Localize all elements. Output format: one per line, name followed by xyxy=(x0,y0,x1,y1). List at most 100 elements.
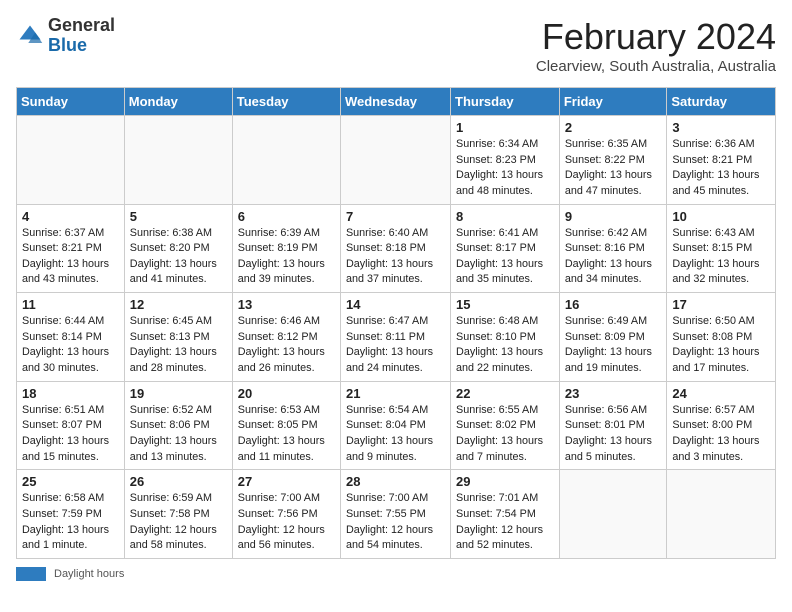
calendar-day-cell xyxy=(124,116,232,205)
day-info: Sunrise: 6:39 AM Sunset: 8:19 PM Dayligh… xyxy=(238,226,335,289)
calendar-week-row: 18Sunrise: 6:51 AM Sunset: 8:07 PM Dayli… xyxy=(17,381,776,470)
day-info: Sunrise: 6:59 AM Sunset: 7:58 PM Dayligh… xyxy=(130,491,227,554)
day-info: Sunrise: 6:42 AM Sunset: 8:16 PM Dayligh… xyxy=(565,226,662,289)
day-info: Sunrise: 6:40 AM Sunset: 8:18 PM Dayligh… xyxy=(346,226,445,289)
day-number: 2 xyxy=(565,120,662,135)
day-info: Sunrise: 6:36 AM Sunset: 8:21 PM Dayligh… xyxy=(672,137,770,200)
day-number: 10 xyxy=(672,209,770,224)
day-number: 20 xyxy=(238,386,335,401)
day-info: Sunrise: 6:37 AM Sunset: 8:21 PM Dayligh… xyxy=(22,226,119,289)
calendar-day-cell: 6 Sunrise: 6:39 AM Sunset: 8:19 PM Daylig… xyxy=(232,204,340,293)
day-number: 13 xyxy=(238,297,335,312)
day-number: 29 xyxy=(456,474,554,489)
day-number: 8 xyxy=(456,209,554,224)
calendar-day-cell: 26 Sunrise: 6:59 AM Sunset: 7:58 PM Dayli… xyxy=(124,470,232,559)
day-info: Sunrise: 6:45 AM Sunset: 8:13 PM Dayligh… xyxy=(130,314,227,377)
calendar-day-cell: 20 Sunrise: 6:53 AM Sunset: 8:05 PM Dayli… xyxy=(232,381,340,470)
calendar-day-cell: 23Sunrise: 6:56 AM Sunset: 8:01 PM Dayli… xyxy=(559,381,667,470)
calendar-day-cell: 4Sunrise: 6:37 AM Sunset: 8:21 PM Daylig… xyxy=(17,204,125,293)
daylight-label: Daylight hours xyxy=(54,568,124,580)
calendar-day-cell: 2 Sunrise: 6:35 AM Sunset: 8:22 PM Daylig… xyxy=(559,116,667,205)
logo-blue-text: Blue xyxy=(48,35,87,55)
calendar-day-cell: 18Sunrise: 6:51 AM Sunset: 8:07 PM Dayli… xyxy=(17,381,125,470)
day-info: Sunrise: 6:46 AM Sunset: 8:12 PM Dayligh… xyxy=(238,314,335,377)
calendar-day-cell: 28 Sunrise: 7:00 AM Sunset: 7:55 PM Dayli… xyxy=(340,470,450,559)
day-info: Sunrise: 6:55 AM Sunset: 8:02 PM Dayligh… xyxy=(456,403,554,466)
calendar-header-day: Thursday xyxy=(451,88,560,116)
day-info: Sunrise: 6:35 AM Sunset: 8:22 PM Dayligh… xyxy=(565,137,662,200)
day-number: 1 xyxy=(456,120,554,135)
day-number: 18 xyxy=(22,386,119,401)
day-info: Sunrise: 6:53 AM Sunset: 8:05 PM Dayligh… xyxy=(238,403,335,466)
title-section: February 2024 Clearview, South Australia… xyxy=(536,16,776,75)
calendar-day-cell: 8 Sunrise: 6:41 AM Sunset: 8:17 PM Daylig… xyxy=(451,204,560,293)
calendar-day-cell: 13 Sunrise: 6:46 AM Sunset: 8:12 PM Dayli… xyxy=(232,293,340,382)
day-number: 27 xyxy=(238,474,335,489)
day-info: Sunrise: 6:34 AM Sunset: 8:23 PM Dayligh… xyxy=(456,137,554,200)
day-info: Sunrise: 7:00 AM Sunset: 7:56 PM Dayligh… xyxy=(238,491,335,554)
day-number: 5 xyxy=(130,209,227,224)
calendar-day-cell: 9 Sunrise: 6:42 AM Sunset: 8:16 PM Daylig… xyxy=(559,204,667,293)
day-number: 15 xyxy=(456,297,554,312)
day-number: 9 xyxy=(565,209,662,224)
day-info: Sunrise: 6:48 AM Sunset: 8:10 PM Dayligh… xyxy=(456,314,554,377)
day-number: 14 xyxy=(346,297,445,312)
calendar-day-cell: 25 Sunrise: 6:58 AM Sunset: 7:59 PM Dayli… xyxy=(17,470,125,559)
calendar-week-row: 4Sunrise: 6:37 AM Sunset: 8:21 PM Daylig… xyxy=(17,204,776,293)
calendar-body: 1 Sunrise: 6:34 AM Sunset: 8:23 PM Daylig… xyxy=(17,116,776,559)
calendar-header-day: Monday xyxy=(124,88,232,116)
day-info: Sunrise: 6:54 AM Sunset: 8:04 PM Dayligh… xyxy=(346,403,445,466)
calendar-week-row: 1 Sunrise: 6:34 AM Sunset: 8:23 PM Daylig… xyxy=(17,116,776,205)
calendar-day-cell xyxy=(667,470,776,559)
day-number: 25 xyxy=(22,474,119,489)
day-number: 21 xyxy=(346,386,445,401)
day-number: 16 xyxy=(565,297,662,312)
calendar-header-day: Friday xyxy=(559,88,667,116)
day-info: Sunrise: 6:58 AM Sunset: 7:59 PM Dayligh… xyxy=(22,491,119,554)
day-number: 23 xyxy=(565,386,662,401)
day-number: 12 xyxy=(130,297,227,312)
day-info: Sunrise: 6:57 AM Sunset: 8:00 PM Dayligh… xyxy=(672,403,770,466)
calendar-header-day: Sunday xyxy=(17,88,125,116)
day-info: Sunrise: 6:44 AM Sunset: 8:14 PM Dayligh… xyxy=(22,314,119,377)
calendar-header-day: Wednesday xyxy=(340,88,450,116)
calendar-day-cell xyxy=(17,116,125,205)
calendar-day-cell: 29 Sunrise: 7:01 AM Sunset: 7:54 PM Dayli… xyxy=(451,470,560,559)
day-info: Sunrise: 7:00 AM Sunset: 7:55 PM Dayligh… xyxy=(346,491,445,554)
calendar-day-cell xyxy=(232,116,340,205)
calendar-day-cell: 22 Sunrise: 6:55 AM Sunset: 8:02 PM Dayli… xyxy=(451,381,560,470)
day-info: Sunrise: 6:41 AM Sunset: 8:17 PM Dayligh… xyxy=(456,226,554,289)
calendar-header-row: SundayMondayTuesdayWednesdayThursdayFrid… xyxy=(17,88,776,116)
day-info: Sunrise: 6:43 AM Sunset: 8:15 PM Dayligh… xyxy=(672,226,770,289)
calendar-day-cell: 19Sunrise: 6:52 AM Sunset: 8:06 PM Dayli… xyxy=(124,381,232,470)
calendar-day-cell: 17 Sunrise: 6:50 AM Sunset: 8:08 PM Dayli… xyxy=(667,293,776,382)
day-number: 26 xyxy=(130,474,227,489)
day-number: 28 xyxy=(346,474,445,489)
calendar-day-cell: 14 Sunrise: 6:47 AM Sunset: 8:11 PM Dayli… xyxy=(340,293,450,382)
footer: Daylight hours xyxy=(16,567,776,581)
calendar-day-cell: 16 Sunrise: 6:49 AM Sunset: 8:09 PM Dayli… xyxy=(559,293,667,382)
day-number: 11 xyxy=(22,297,119,312)
calendar-day-cell: 1 Sunrise: 6:34 AM Sunset: 8:23 PM Daylig… xyxy=(451,116,560,205)
day-number: 17 xyxy=(672,297,770,312)
calendar-day-cell xyxy=(559,470,667,559)
calendar-day-cell: 10 Sunrise: 6:43 AM Sunset: 8:15 PM Dayli… xyxy=(667,204,776,293)
calendar-day-cell: 12 Sunrise: 6:45 AM Sunset: 8:13 PM Dayli… xyxy=(124,293,232,382)
calendar-day-cell: 7 Sunrise: 6:40 AM Sunset: 8:18 PM Daylig… xyxy=(340,204,450,293)
day-number: 24 xyxy=(672,386,770,401)
day-info: Sunrise: 6:47 AM Sunset: 8:11 PM Dayligh… xyxy=(346,314,445,377)
day-number: 7 xyxy=(346,209,445,224)
calendar-day-cell: 5Sunrise: 6:38 AM Sunset: 8:20 PM Daylig… xyxy=(124,204,232,293)
day-info: Sunrise: 6:50 AM Sunset: 8:08 PM Dayligh… xyxy=(672,314,770,377)
logo: General Blue xyxy=(16,16,115,56)
day-number: 6 xyxy=(238,209,335,224)
day-number: 22 xyxy=(456,386,554,401)
calendar-table: SundayMondayTuesdayWednesdayThursdayFrid… xyxy=(16,87,776,559)
day-info: Sunrise: 6:49 AM Sunset: 8:09 PM Dayligh… xyxy=(565,314,662,377)
day-info: Sunrise: 7:01 AM Sunset: 7:54 PM Dayligh… xyxy=(456,491,554,554)
calendar-subtitle: Clearview, South Australia, Australia xyxy=(536,58,776,75)
page-header: General Blue February 2024 Clearview, So… xyxy=(16,16,776,75)
logo-icon xyxy=(16,22,44,50)
calendar-day-cell: 27 Sunrise: 7:00 AM Sunset: 7:56 PM Dayli… xyxy=(232,470,340,559)
calendar-day-cell xyxy=(340,116,450,205)
